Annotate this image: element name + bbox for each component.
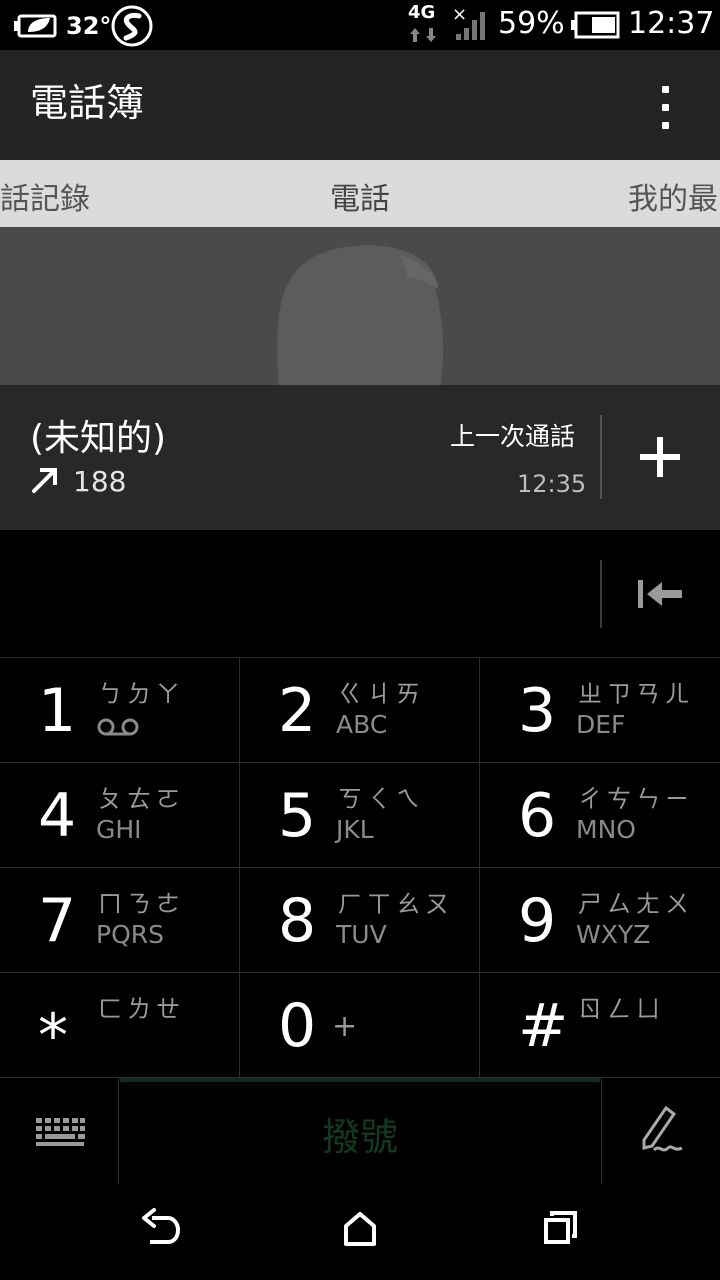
overflow-menu-icon[interactable] [640, 78, 692, 138]
s-app-icon [111, 5, 153, 47]
key-letters: GHI [96, 815, 142, 844]
key-bopomofo: ㄇㄋㄜ [98, 890, 185, 918]
key-digit: 5 [278, 781, 317, 851]
signal-icon: × [452, 4, 485, 40]
key-star[interactable]: * ㄈㄌㄝ [0, 972, 240, 1077]
handwriting-pen-icon [642, 1105, 683, 1152]
recent-apps-icon [544, 1211, 577, 1244]
contact-info-panel[interactable]: (未知的) 188 上一次通話 12:35 [0, 385, 720, 530]
key-1[interactable]: 1 ㄅㄉㄚ [0, 657, 240, 762]
add-contact-button[interactable] [620, 415, 700, 499]
key-digit: 0 [278, 991, 317, 1061]
dial-label: 撥號 [321, 1115, 398, 1159]
key-9[interactable]: 9 ㄕㄙㄤㄨ WXYZ [480, 867, 720, 972]
key-digit: 4 [38, 781, 77, 851]
network-type-text: 4G [408, 2, 436, 23]
key-bopomofo: ㄍㄐㄞ [338, 680, 425, 708]
key-digit: 6 [518, 781, 557, 851]
key-letters: DEF [576, 710, 626, 739]
back-icon [142, 1208, 181, 1244]
key-digit: 9 [518, 886, 557, 956]
number-input[interactable] [30, 566, 570, 622]
key-bopomofo: ㄖㄥㄩ [578, 995, 665, 1023]
key-bopomofo: ㄈㄌㄝ [98, 995, 185, 1023]
clock-text: 12:37 [628, 6, 715, 41]
action-bar: 撥號 [0, 1077, 720, 1185]
key-8[interactable]: 8 ㄏㄒㄠㄡ TUV [240, 867, 480, 972]
key-bopomofo: ㄔㄘㄣㄧ [578, 785, 694, 813]
tab-phone[interactable]: 電話 [330, 174, 390, 218]
key-digit: 1 [38, 676, 77, 746]
key-bopomofo: ㄎㄑㄟ [338, 785, 425, 813]
divider [600, 560, 602, 628]
navigation-bar [0, 1184, 720, 1280]
key-letters: WXYZ [576, 920, 651, 949]
number-entry-area [0, 530, 720, 657]
key-digit: 7 [38, 886, 77, 956]
handwriting-button[interactable] [601, 1078, 720, 1185]
svg-text:×: × [452, 4, 467, 25]
contact-name: (未知的) [30, 418, 167, 459]
keyboard-icon [36, 1118, 85, 1146]
key-2[interactable]: 2 ㄍㄐㄞ ABC [240, 657, 480, 762]
last-call-label: 上一次通話 [450, 422, 576, 451]
key-letters: MNO [576, 815, 636, 844]
key-5[interactable]: 5 ㄎㄑㄟ JKL [240, 762, 480, 867]
key-3[interactable]: 3 ㄓㄗㄢㄦ DEF [480, 657, 720, 762]
key-bopomofo: ㄏㄒㄠㄡ [338, 890, 454, 918]
key-plus: + [332, 1009, 363, 1044]
app-bar: 電話簿 [0, 50, 720, 160]
key-bopomofo: ㄅㄉㄚ [98, 680, 185, 708]
key-letters: ABC [336, 710, 388, 739]
last-call-time: 12:35 [517, 470, 587, 498]
key-6[interactable]: 6 ㄔㄘㄣㄧ MNO [480, 762, 720, 867]
key-7[interactable]: 7 ㄇㄋㄜ PQRS [0, 867, 240, 972]
recent-apps-button[interactable] [530, 1204, 590, 1260]
backspace-icon [638, 580, 682, 608]
4g-data-icon: 4G [406, 2, 440, 46]
keyboard-toggle-button[interactable] [0, 1078, 119, 1185]
dial-accent-bar [120, 1078, 600, 1082]
key-4[interactable]: 4 ㄆㄊㄛ GHI [0, 762, 240, 867]
tab-bar: 話記錄 電話 我的最 [0, 160, 720, 227]
dialpad: 1 ㄅㄉㄚ 2 ㄍㄐㄞ ABC 3 ㄓㄗㄢㄦ DEF 4 ㄆㄊㄛ GHI 5 ㄎ… [0, 657, 720, 1077]
divider [600, 415, 602, 499]
key-digit: 3 [518, 676, 557, 746]
back-button[interactable] [130, 1204, 190, 1260]
tab-call-history[interactable]: 話記錄 [0, 174, 100, 218]
key-digit: 8 [278, 886, 317, 956]
voicemail-icon [97, 718, 139, 736]
temperature-text: 32° [66, 12, 112, 40]
key-digit: # [518, 991, 569, 1061]
key-letters: PQRS [96, 920, 164, 949]
key-letters: TUV [336, 920, 387, 949]
tab-favorites[interactable]: 我的最 [628, 174, 720, 218]
key-bopomofo: ㄕㄙㄤㄨ [578, 890, 694, 918]
contact-number: 188 [73, 465, 127, 498]
outgoing-call-arrow-icon [32, 468, 57, 493]
home-button[interactable] [330, 1204, 390, 1260]
key-hash[interactable]: # ㄖㄥㄩ [480, 972, 720, 1077]
backspace-button[interactable] [620, 560, 700, 628]
dial-button[interactable]: 撥號 [120, 1078, 600, 1185]
status-bar: 32° 4G × 59% 12:37 [0, 0, 720, 50]
key-bopomofo: ㄓㄗㄢㄦ [578, 680, 694, 708]
home-icon [344, 1212, 376, 1246]
battery-percent-text: 59% [498, 6, 565, 41]
key-digit: * [38, 1001, 68, 1071]
key-0[interactable]: 0 + [240, 972, 480, 1077]
battery-saver-leaf-icon [14, 14, 57, 38]
page-title: 電話簿 [30, 81, 145, 125]
key-bopomofo: ㄆㄊㄛ [98, 785, 185, 813]
battery-icon [571, 11, 620, 39]
key-letters: JKL [336, 815, 374, 844]
key-digit: 2 [278, 676, 317, 746]
